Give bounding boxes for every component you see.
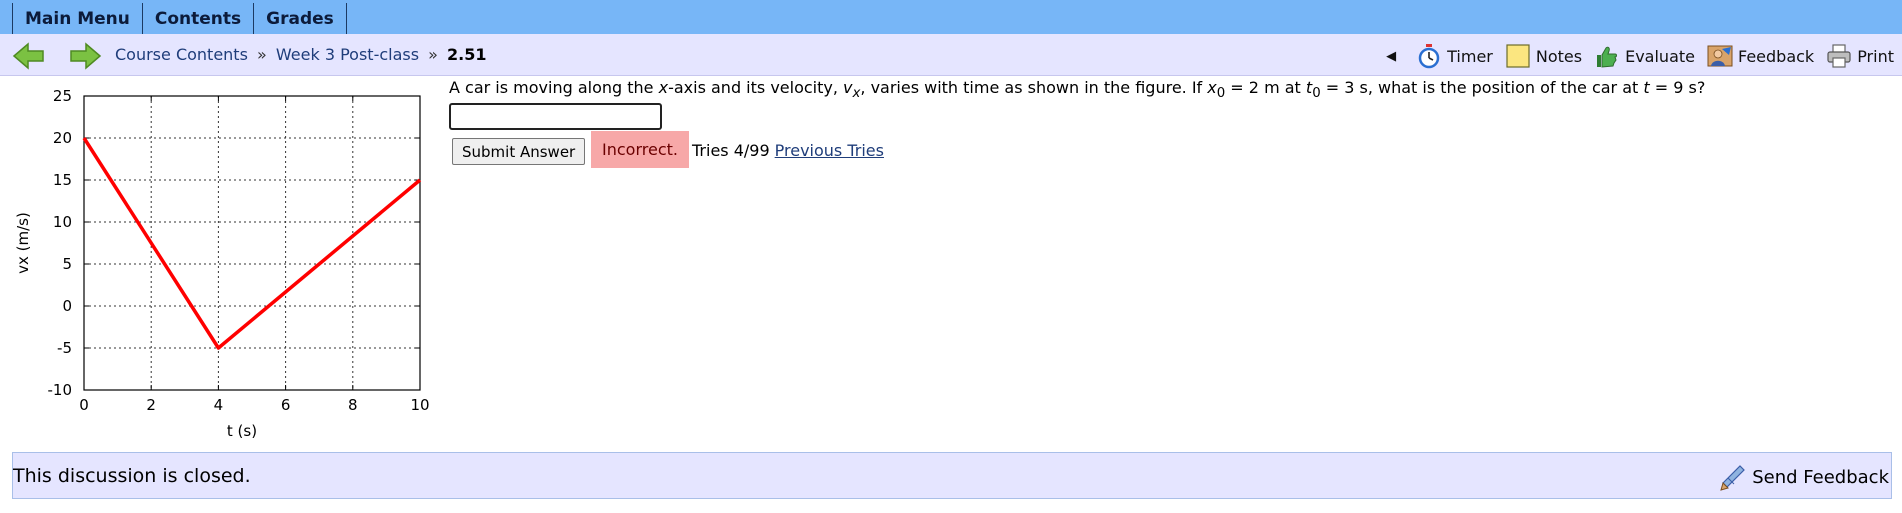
x-tick-label: 2 <box>146 396 156 414</box>
evaluate-button[interactable]: Evaluate <box>1594 43 1695 69</box>
feedback-person-icon <box>1707 45 1733 67</box>
x-axis-label: t (s) <box>227 422 257 440</box>
breadcrumb-separator: » <box>428 45 438 64</box>
breadcrumb: Course Contents » Week 3 Post-class » 2.… <box>115 45 487 64</box>
breadcrumb-separator: » <box>257 45 267 64</box>
y-tick-label: 10 <box>53 213 72 231</box>
question-text: A car is moving along the x-axis and its… <box>449 78 1705 101</box>
print-button[interactable]: Print <box>1826 43 1894 69</box>
send-feedback-button[interactable]: Send Feedback <box>1720 463 1889 491</box>
x-tick-label: 8 <box>348 396 358 414</box>
question-part: = 9 s? <box>1649 78 1706 97</box>
tab-contents[interactable]: Contents <box>143 3 255 34</box>
series-line <box>82 137 422 350</box>
question-subscript: 0 <box>1216 86 1226 102</box>
question-part: -axis and its velocity, <box>668 78 844 97</box>
incorrect-status-badge: Incorrect. <box>591 131 689 168</box>
breadcrumb-current: 2.51 <box>447 45 487 64</box>
submit-answer-button[interactable]: Submit Answer <box>452 138 586 165</box>
plot-frame <box>83 95 421 391</box>
tab-main-menu[interactable]: Main Menu <box>12 3 143 34</box>
toolbar: ◀ Timer Notes Evaluate Feedback Print <box>1386 41 1894 71</box>
tries-info: Tries 4/99 Previous Tries <box>692 141 884 160</box>
feedback-button[interactable]: Feedback <box>1707 43 1814 69</box>
main-menu-bar: Main Menu Contents Grades <box>0 0 1902 34</box>
navigation-bar: Course Contents » Week 3 Post-class » 2.… <box>0 34 1902 76</box>
question-part: , varies with time as shown in the figur… <box>860 78 1208 97</box>
velocity-graph: 0 2 4 6 8 10 25 20 15 10 5 0 -5 -10 t (s) vx (m/s) <box>10 78 440 450</box>
x-tick-label: 0 <box>79 396 89 414</box>
feedback-label: Feedback <box>1737 46 1815 66</box>
question-var: v <box>843 78 853 97</box>
menu-tabs: Main Menu Contents Grades <box>12 3 347 34</box>
timer-label: Timer <box>1447 46 1493 66</box>
notes-label: Notes <box>1535 46 1583 66</box>
y-tick-label: 20 <box>53 129 72 147</box>
tab-grades[interactable]: Grades <box>254 3 347 34</box>
breadcrumb-course-contents[interactable]: Course Contents <box>115 45 248 64</box>
forward-arrow-icon[interactable] <box>68 41 102 71</box>
answer-input[interactable] <box>449 103 662 130</box>
question-var: x <box>1207 78 1217 97</box>
stopwatch-icon <box>1418 44 1440 69</box>
previous-tries-link[interactable]: Previous Tries <box>775 141 884 160</box>
printer-icon <box>1827 44 1851 68</box>
y-tick-label: 25 <box>53 87 72 105</box>
breadcrumb-week[interactable]: Week 3 Post-class <box>276 45 419 64</box>
notes-button[interactable]: Notes <box>1505 43 1582 69</box>
question-var: x <box>658 78 669 97</box>
y-tick-label: 0 <box>62 297 72 315</box>
send-feedback-label: Send Feedback <box>1752 466 1889 488</box>
back-arrow-icon[interactable] <box>12 41 46 71</box>
tries-count: Tries 4/99 <box>692 141 770 160</box>
y-axis-label: vx (m/s) <box>14 212 32 274</box>
y-tick-label: 5 <box>62 255 72 273</box>
velocity-chart: 0 2 4 6 8 10 25 20 15 10 5 0 -5 -10 t (s) vx (m/s) <box>14 87 430 440</box>
y-tick-label: 15 <box>53 171 72 189</box>
question-part: A car is moving along the <box>449 78 659 97</box>
question-part: = 3 s, what is the position of the car a… <box>1320 78 1644 97</box>
discussion-closed-text: This discussion is closed. <box>13 465 251 487</box>
send-feedback-icon <box>1720 465 1746 491</box>
x-tick-label: 6 <box>281 396 291 414</box>
y-tick-label: -10 <box>48 381 73 399</box>
y-tick-label: -5 <box>57 339 72 357</box>
x-tick-label: 10 <box>410 396 429 414</box>
print-label: Print <box>1857 46 1894 66</box>
collapse-toolbar-icon[interactable]: ◀ <box>1386 49 1396 64</box>
x-tick-label: 4 <box>214 396 224 414</box>
evaluate-label: Evaluate <box>1625 46 1695 66</box>
discussion-bar: This discussion is closed. Send Feedback <box>12 452 1892 499</box>
question-part: = 2 m at <box>1225 78 1306 97</box>
thumbs-up-icon <box>1597 46 1618 68</box>
question-subscript: 0 <box>1312 86 1321 102</box>
notepad-icon <box>1506 44 1530 68</box>
timer-button[interactable]: Timer <box>1416 43 1493 69</box>
